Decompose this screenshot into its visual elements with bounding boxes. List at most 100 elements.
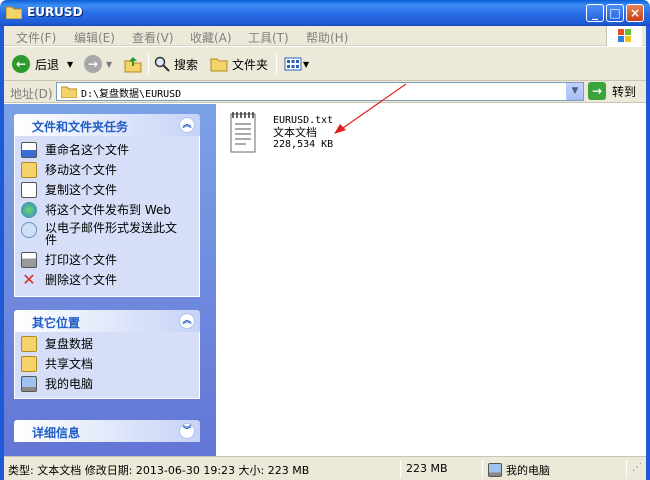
menu-favorites[interactable]: 收藏(A) (190, 29, 232, 46)
up-folder-icon (124, 57, 142, 73)
collapse-chevron-icon[interactable]: ︽ (179, 117, 195, 133)
task-label: 移动这个文件 (45, 163, 118, 177)
task-pane: 文件和文件夹任务 ︽ 重命名这个文件 移动这个文件 复制这个文件 将这个文件发布… (4, 104, 216, 456)
forward-arrow-icon: → (84, 55, 102, 73)
chevron-down-icon: ▼ (67, 59, 74, 69)
task-label: 删除这个文件 (45, 273, 118, 287)
window-title: EURUSD (27, 5, 83, 19)
menu-tools[interactable]: 工具(T) (248, 29, 289, 46)
place-shared-docs[interactable]: 共享文档 (15, 354, 199, 374)
file-tasks-header[interactable]: 文件和文件夹任务 ︽ (14, 114, 200, 136)
status-divider (400, 460, 401, 478)
toolbar-separator (276, 53, 277, 75)
folders-label: 文件夹 (232, 57, 269, 72)
goto-label: 转到 (612, 84, 637, 99)
close-button[interactable]: × (626, 4, 644, 22)
menu-help[interactable]: 帮助(H) (306, 29, 348, 46)
search-button[interactable]: 搜索 (154, 54, 198, 74)
goto-button[interactable]: → 转到 (588, 82, 636, 100)
forward-button[interactable]: → ▼ (84, 54, 112, 74)
title-bar: EURUSD _ □ × (0, 0, 650, 26)
window-frame-right (646, 26, 650, 480)
toolbar: ← 后退 ▼ → ▼ 搜索 文件夹 ▼ (4, 47, 646, 81)
menu-bar: 文件(F) 编辑(E) 查看(V) 收藏(A) 工具(T) 帮助(H) (4, 26, 646, 46)
views-button[interactable]: ▼ (284, 54, 309, 74)
annotation-arrow (334, 83, 407, 134)
maximize-button[interactable]: □ (606, 4, 624, 22)
task-label: 以电子邮件形式发送此文件 (45, 221, 178, 247)
search-label: 搜索 (174, 57, 199, 72)
expand-chevron-icon[interactable]: ︾ (179, 423, 195, 439)
status-divider (482, 460, 483, 478)
resize-grip-icon[interactable]: ⋰ (632, 462, 642, 473)
place-label: 复盘数据 (45, 337, 94, 351)
back-arrow-icon: ← (12, 55, 30, 73)
move-icon (21, 162, 37, 178)
file-tasks-list: 重命名这个文件 移动这个文件 复制这个文件 将这个文件发布到 Web 以电子邮件… (14, 136, 200, 297)
folder-icon (21, 336, 37, 352)
menu-view[interactable]: 查看(V) (132, 29, 174, 46)
delete-x-icon: ✕ (22, 270, 36, 289)
task-email[interactable]: 以电子邮件形式发送此文件 (15, 220, 199, 250)
address-label: 地址(D) (10, 87, 53, 101)
details-title: 详细信息 (32, 426, 81, 440)
copy-icon (21, 182, 37, 198)
place-my-computer[interactable]: 我的电脑 (15, 374, 199, 394)
computer-icon (21, 376, 37, 392)
go-arrow-icon: → (588, 82, 606, 100)
place-replay-data[interactable]: 复盘数据 (15, 334, 199, 354)
chevron-down-icon: ▼ (303, 59, 310, 69)
details-panel: 详细信息 ︾ (14, 420, 200, 442)
folder-icon (210, 58, 228, 72)
task-copy[interactable]: 复制这个文件 (15, 180, 199, 200)
rename-icon (21, 142, 37, 158)
task-rename[interactable]: 重命名这个文件 (15, 140, 199, 160)
menu-file[interactable]: 文件(F) (16, 29, 56, 46)
other-places-header[interactable]: 其它位置 ︽ (14, 310, 200, 332)
file-tasks-panel: 文件和文件夹任务 ︽ 重命名这个文件 移动这个文件 复制这个文件 将这个文件发布… (14, 114, 200, 297)
status-location-label: 我的电脑 (506, 464, 550, 477)
views-icon (284, 57, 302, 71)
file-list-area[interactable] (216, 104, 642, 456)
text-file-icon[interactable] (228, 110, 258, 154)
toolbar-separator (148, 53, 149, 75)
collapse-chevron-icon[interactable]: ︽ (179, 313, 195, 329)
windows-logo-icon (606, 26, 642, 46)
computer-icon (488, 463, 502, 477)
status-bar: 类型: 文本文档 修改日期: 2013-06-30 19:23 大小: 223 … (4, 456, 646, 480)
file-size: 228,534 KB (273, 139, 334, 150)
task-move[interactable]: 移动这个文件 (15, 160, 199, 180)
task-label: 将这个文件发布到 Web (45, 203, 171, 217)
file-tasks-title: 文件和文件夹任务 (32, 120, 129, 134)
up-folder-button[interactable] (124, 54, 142, 74)
place-label: 共享文档 (45, 357, 94, 371)
chevron-down-icon: ▼ (106, 59, 113, 69)
status-divider (626, 460, 627, 478)
menu-edit[interactable]: 编辑(E) (74, 29, 115, 46)
status-location: 我的电脑 (488, 462, 550, 478)
folder-icon (61, 86, 77, 98)
status-size: 223 MB (406, 462, 448, 475)
folder-icon (6, 6, 22, 19)
globe-icon (21, 202, 37, 218)
other-places-panel: 其它位置 ︽ 复盘数据 共享文档 我的电脑 (14, 310, 200, 399)
email-icon (21, 222, 37, 238)
other-places-list: 复盘数据 共享文档 我的电脑 (14, 332, 200, 399)
back-button[interactable]: ← 后退 ▼ (12, 54, 73, 74)
shared-folder-icon (21, 356, 37, 372)
task-label: 复制这个文件 (45, 183, 118, 197)
details-header[interactable]: 详细信息 ︾ (14, 420, 200, 442)
task-label: 重命名这个文件 (45, 143, 130, 157)
status-info: 类型: 文本文档 修改日期: 2013-06-30 19:23 大小: 223 … (8, 464, 310, 477)
folders-button[interactable]: 文件夹 (210, 54, 268, 74)
minimize-button[interactable]: _ (586, 4, 604, 22)
search-icon (154, 56, 170, 72)
task-publish-web[interactable]: 将这个文件发布到 Web (15, 200, 199, 220)
task-label: 打印这个文件 (45, 253, 118, 267)
back-label: 后退 (35, 57, 60, 72)
address-path: D:\复盘数据\EURUSD (81, 89, 182, 100)
task-print[interactable]: 打印这个文件 (15, 250, 199, 270)
task-delete[interactable]: ✕ 删除这个文件 (15, 270, 199, 290)
other-places-title: 其它位置 (32, 316, 81, 330)
address-dropdown-button[interactable]: ▼ (566, 83, 583, 100)
